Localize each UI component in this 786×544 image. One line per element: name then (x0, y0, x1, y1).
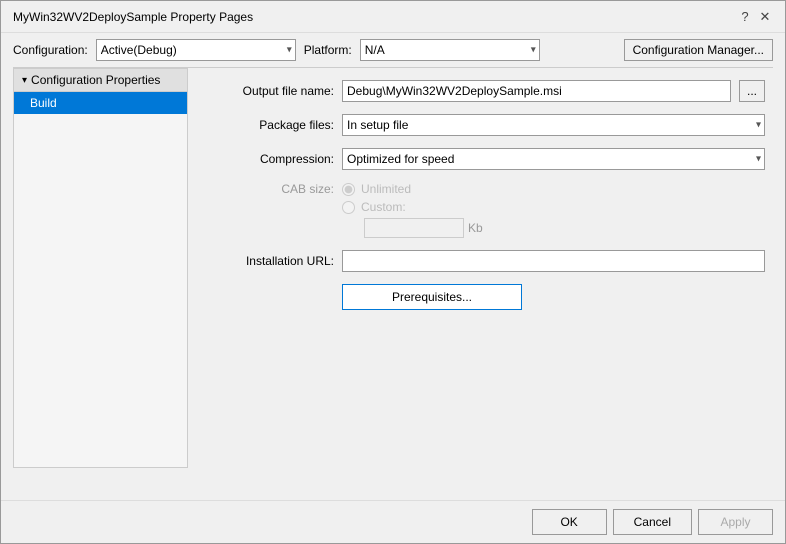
dialog-window: MyWin32WV2DeploySample Property Pages ? … (0, 0, 786, 544)
config-label: Configuration: (13, 43, 88, 57)
configuration-select-wrapper[interactable]: Active(Debug) (96, 39, 296, 61)
configuration-select[interactable]: Active(Debug) (96, 39, 296, 61)
package-files-select-wrapper[interactable]: In setup file From web Loose uncompresse… (342, 114, 765, 136)
content-area: Output file name: ... Package files: In … (196, 68, 773, 284)
spacer (1, 284, 785, 500)
cab-custom-row: Custom: (342, 200, 483, 214)
dialog-title: MyWin32WV2DeploySample Property Pages (13, 10, 253, 24)
installation-url-input[interactable] (342, 250, 765, 272)
package-files-select[interactable]: In setup file From web Loose uncompresse… (342, 114, 765, 136)
kb-row: Kb (342, 218, 483, 238)
sidebar-header: ▾ Configuration Properties (14, 69, 187, 92)
compression-select[interactable]: Optimized for speed Optimized for size N… (342, 148, 765, 170)
sidebar-collapse-icon: ▾ (22, 75, 27, 86)
output-file-label: Output file name: (204, 84, 334, 98)
output-file-input[interactable] (342, 80, 731, 102)
package-files-label: Package files: (204, 118, 334, 132)
platform-select-wrapper[interactable]: N/A (360, 39, 540, 61)
installation-url-row: Installation URL: (204, 250, 765, 272)
cab-size-row: CAB size: Unlimited Custom: Kb (204, 182, 765, 238)
title-bar: MyWin32WV2DeploySample Property Pages ? … (1, 1, 785, 33)
platform-label: Platform: (304, 43, 352, 57)
cab-unlimited-label: Unlimited (361, 182, 411, 196)
ok-button[interactable]: OK (532, 509, 607, 535)
compression-row: Compression: Optimized for speed Optimiz… (204, 148, 765, 170)
kb-label: Kb (468, 221, 483, 235)
compression-label: Compression: (204, 152, 334, 166)
browse-button[interactable]: ... (739, 80, 765, 102)
cab-custom-label: Custom: (361, 200, 406, 214)
config-manager-button[interactable]: Configuration Manager... (624, 39, 773, 61)
platform-select[interactable]: N/A (360, 39, 540, 61)
config-bar: Configuration: Active(Debug) Platform: N… (1, 33, 785, 67)
close-button[interactable]: ✕ (757, 9, 773, 25)
cab-options: Unlimited Custom: Kb (342, 182, 483, 238)
sidebar-header-label: Configuration Properties (31, 73, 160, 87)
cab-custom-radio[interactable] (342, 201, 355, 214)
cab-unlimited-row: Unlimited (342, 182, 483, 196)
compression-select-wrapper[interactable]: Optimized for speed Optimized for size N… (342, 148, 765, 170)
output-file-row: Output file name: ... (204, 80, 765, 102)
help-button[interactable]: ? (737, 9, 753, 25)
installation-url-label: Installation URL: (204, 254, 334, 268)
package-files-row: Package files: In setup file From web Lo… (204, 114, 765, 136)
main-content: ▾ Configuration Properties Build Output … (1, 68, 785, 284)
title-controls: ? ✕ (737, 9, 773, 25)
bottom-buttons: OK Cancel Apply (1, 500, 785, 543)
cancel-button[interactable]: Cancel (613, 509, 692, 535)
kb-input[interactable] (364, 218, 464, 238)
apply-button[interactable]: Apply (698, 509, 773, 535)
sidebar-item-build[interactable]: Build (14, 92, 187, 114)
cab-size-label: CAB size: (204, 182, 334, 196)
cab-unlimited-radio[interactable] (342, 183, 355, 196)
